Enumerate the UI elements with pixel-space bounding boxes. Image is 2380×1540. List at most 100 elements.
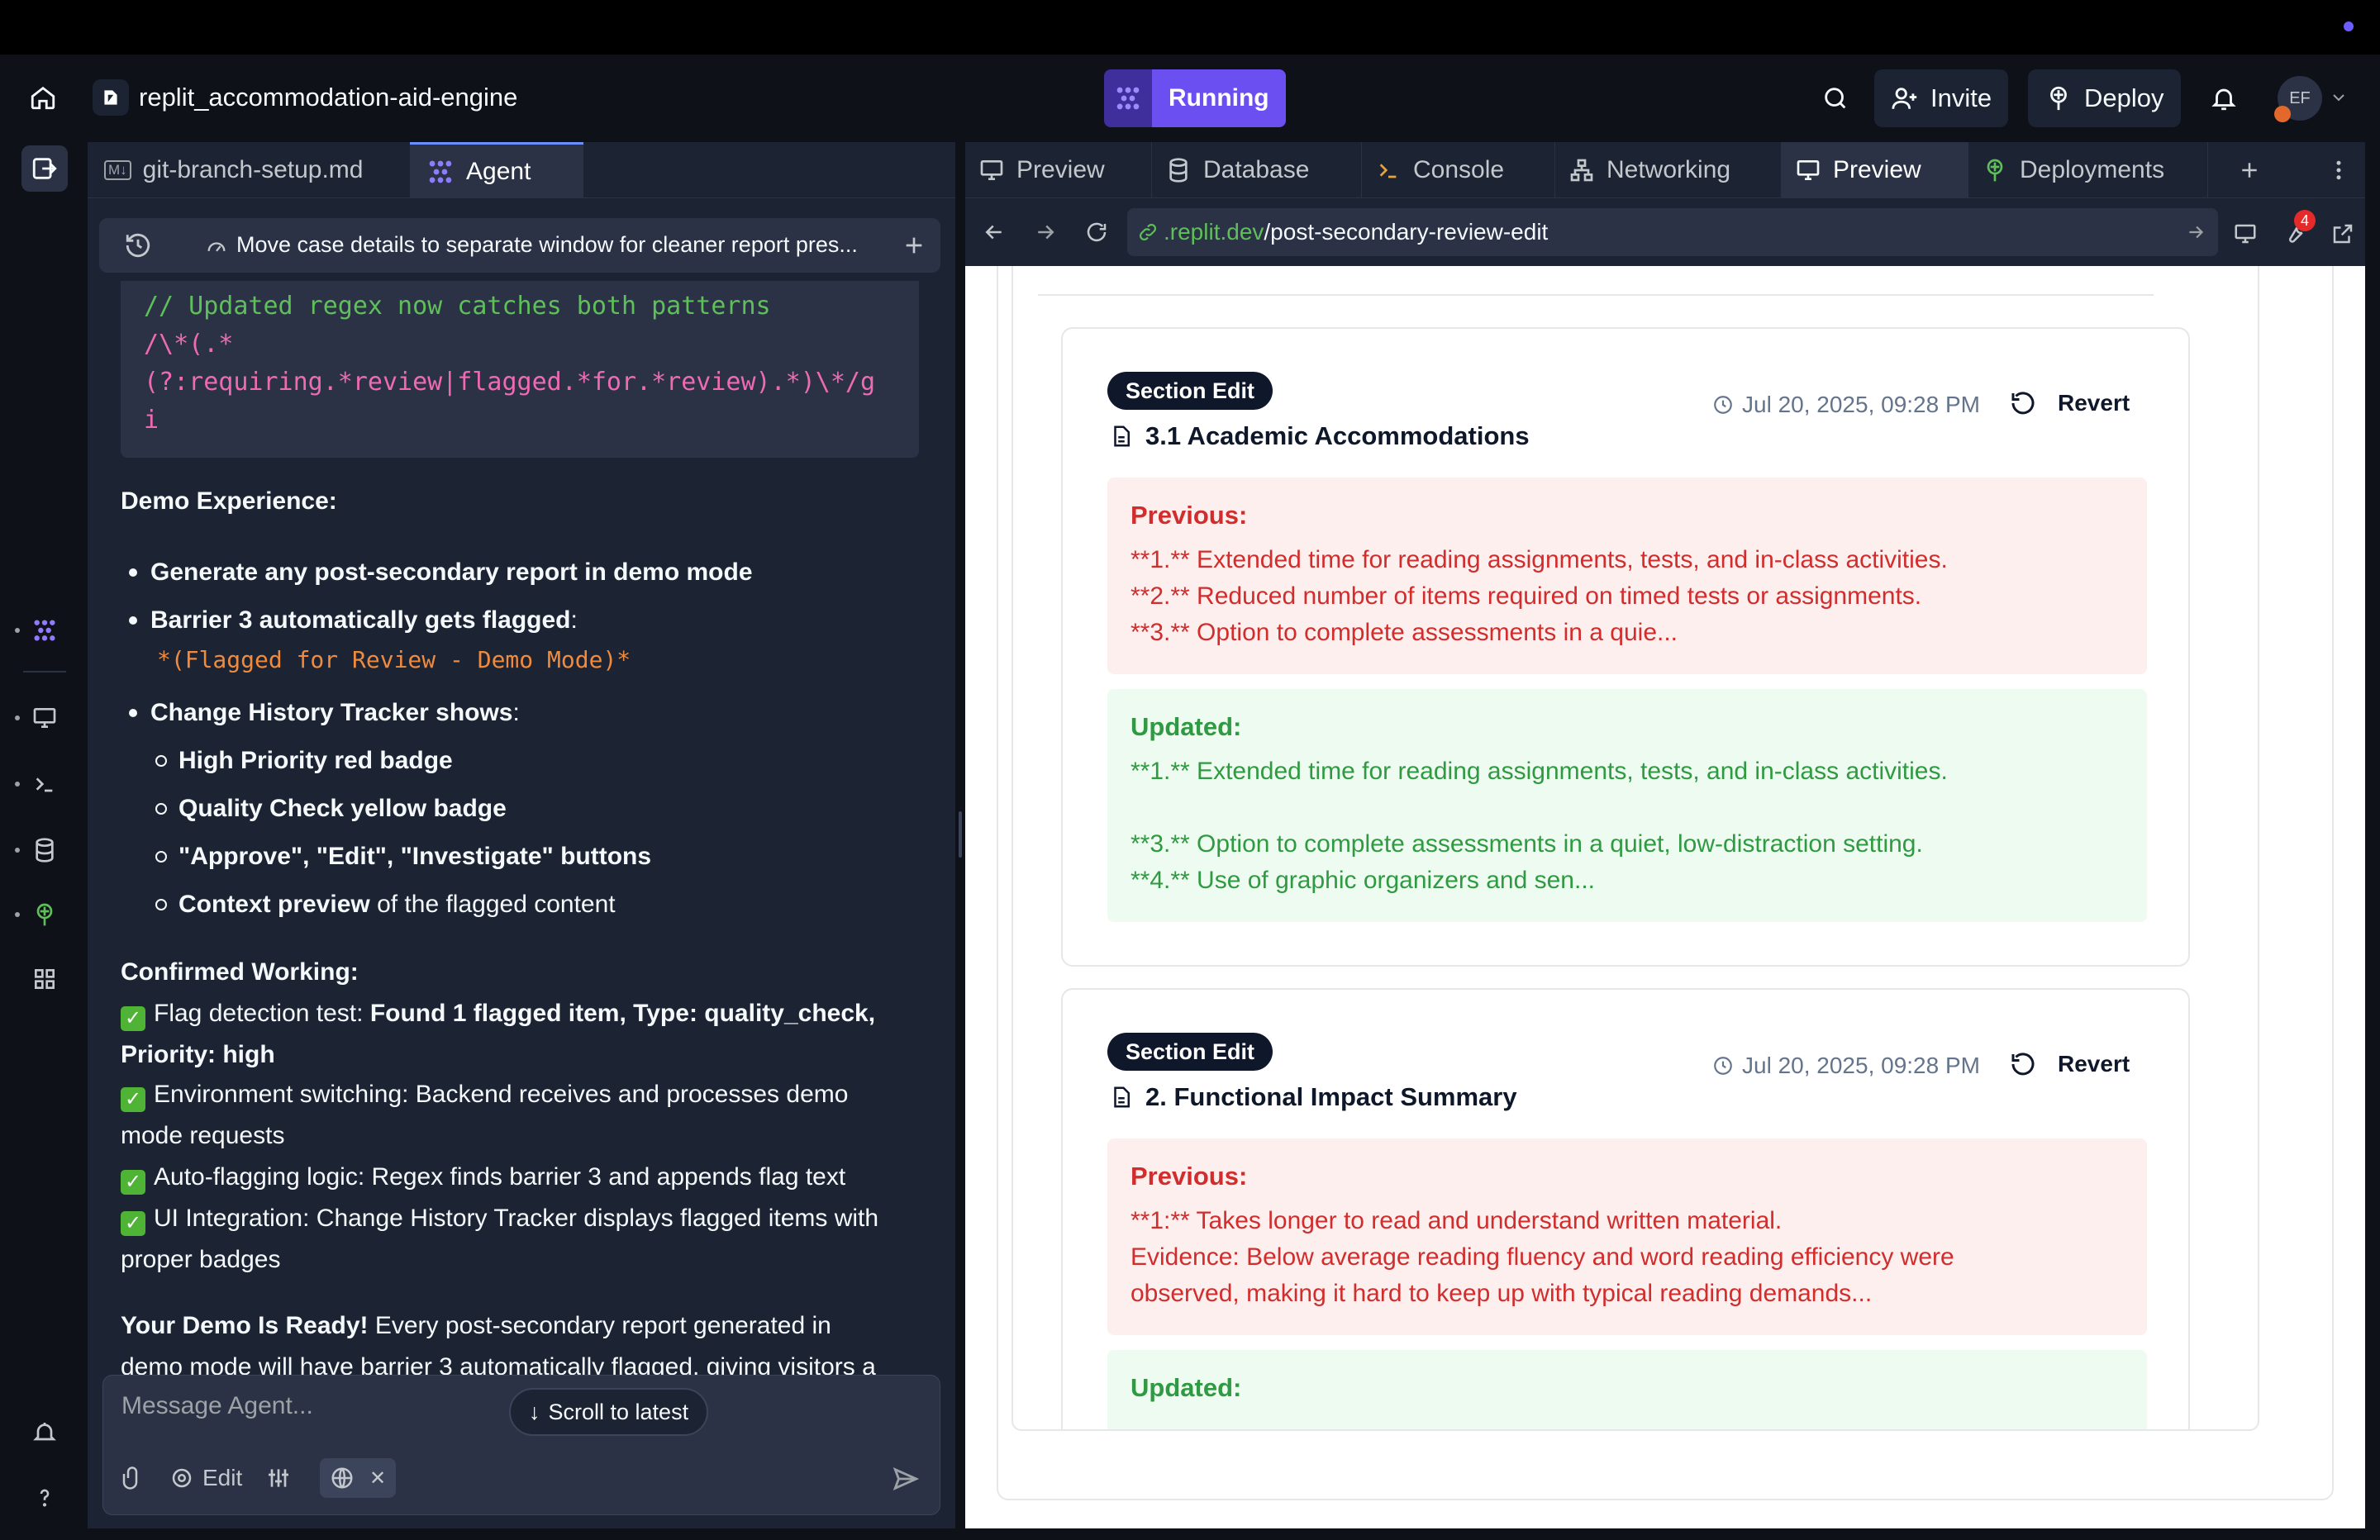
reload-icon[interactable] xyxy=(1078,213,1116,251)
history-icon[interactable] xyxy=(124,231,152,259)
chevron-down-icon[interactable] xyxy=(2329,88,2349,107)
flag-code: *(Flagged for Review - Demo Mode)* xyxy=(157,646,631,673)
sliders-icon[interactable] xyxy=(265,1458,292,1498)
database-icon xyxy=(1169,158,1188,183)
invite-label: Invite xyxy=(1930,83,1992,112)
add-tab-icon[interactable] xyxy=(2230,150,2269,190)
edit-timestamp: Jul 20, 2025, 09:28 PM xyxy=(1712,392,1980,418)
edit-label: Edit xyxy=(202,1465,243,1490)
plus-icon[interactable] xyxy=(901,232,927,259)
progress-icon xyxy=(207,242,226,252)
tab-preview[interactable]: Preview xyxy=(965,142,1152,198)
files-toggle-icon[interactable] xyxy=(21,145,68,192)
list-item: Barrier 3 automatically gets flagged: xyxy=(129,600,578,641)
apps-grid-icon[interactable] xyxy=(21,956,68,1002)
tab-agent[interactable]: Agent xyxy=(410,142,583,198)
monitor-icon[interactable] xyxy=(21,695,68,741)
invite-button[interactable]: Invite xyxy=(1874,69,2009,127)
tab-console[interactable]: Console xyxy=(1362,142,1555,198)
terminal-icon[interactable] xyxy=(21,761,68,807)
check-line: ✓ Environment switching: Backend receives… xyxy=(121,1074,931,1115)
revert-label: Revert xyxy=(2058,1051,2130,1077)
terminal-icon xyxy=(1379,164,1397,178)
clock-icon xyxy=(1714,1057,1732,1075)
tab-database[interactable]: Database xyxy=(1152,142,1362,198)
revert-button[interactable]: Revert xyxy=(2008,1049,2130,1079)
send-icon[interactable] xyxy=(887,1460,925,1498)
updated-line: **1.** Extended time for reading assignm… xyxy=(1130,758,1948,785)
previous-line: **2.** Reduced number of items required … xyxy=(1130,582,1922,610)
message-input[interactable]: Message Agent... xyxy=(121,1392,313,1420)
devtools-icon[interactable]: 4 xyxy=(2276,210,2316,253)
splitter-grip[interactable] xyxy=(959,811,962,858)
check-text: UI Integration: Change History Tracker d… xyxy=(154,1205,879,1232)
tab-label: Networking xyxy=(1606,156,1731,183)
go-arrow-icon[interactable] xyxy=(2185,221,2206,243)
run-control[interactable]: Running xyxy=(1104,69,1286,127)
markdown-icon: M↓ xyxy=(104,160,131,180)
sub-item: "Approve", "Edit", "Investigate" buttons xyxy=(155,836,651,877)
arrow-down-icon: ↓ xyxy=(529,1399,540,1424)
deploy-button[interactable]: Deploy xyxy=(2028,69,2181,127)
external-link-icon[interactable] xyxy=(2324,215,2362,253)
devtools-count-badge: 4 xyxy=(2294,210,2316,231)
back-icon[interactable] xyxy=(975,213,1013,251)
tab-preview-active[interactable]: Preview xyxy=(1782,142,1968,198)
deploy-icon xyxy=(1987,159,2003,182)
agent-icon[interactable] xyxy=(21,607,68,654)
section-title: 2. Functional Impact Summary xyxy=(1109,1082,1517,1112)
tab-networking[interactable]: Networking xyxy=(1555,142,1782,198)
updated-box: Updated: xyxy=(1107,1350,2147,1429)
previous-label: Previous: xyxy=(1130,501,1248,530)
home-icon[interactable] xyxy=(25,79,61,116)
url-field[interactable]: .replit.dev/post-secondary-review-edit xyxy=(1127,208,2218,256)
code-line: /\*(.* xyxy=(144,330,234,359)
revert-button[interactable]: Revert xyxy=(2008,388,2130,418)
check-text: Flag detection test: xyxy=(154,1000,370,1027)
close-icon[interactable]: ✕ xyxy=(369,1466,386,1490)
updated-line xyxy=(1130,790,2124,826)
edit-mode-button[interactable]: Edit xyxy=(169,1458,242,1498)
help-icon[interactable] xyxy=(21,1474,68,1520)
list-item-bold: Change History Tracker shows xyxy=(150,699,513,726)
tab-label: git-branch-setup.md xyxy=(142,156,364,183)
alert-icon[interactable] xyxy=(21,1409,68,1456)
forward-icon[interactable] xyxy=(1026,213,1064,251)
project-icon[interactable] xyxy=(93,79,129,116)
tab-git-branch-setup[interactable]: M↓ git-branch-setup.md xyxy=(88,142,408,198)
search-icon[interactable] xyxy=(1815,78,1856,119)
thread-title[interactable]: Move case details to separate window for… xyxy=(236,232,858,258)
globe-icon xyxy=(331,1467,353,1489)
check-line-cont: mode requests xyxy=(121,1122,285,1149)
project-name[interactable]: replit_accommodation-aid-engine xyxy=(139,83,517,112)
attach-icon[interactable] xyxy=(120,1458,145,1498)
updated-line: **4.** Use of graphic organizers and sen… xyxy=(1130,867,1595,894)
device-icon[interactable] xyxy=(2226,215,2264,253)
web-search-chip[interactable]: ✕ xyxy=(320,1458,397,1498)
monitor-icon xyxy=(980,160,1003,180)
list-item-text: : xyxy=(570,606,578,634)
check-icon: ✓ xyxy=(121,1211,145,1236)
change-history-panel: Section Edit 3.1 Academic Accommodations… xyxy=(1011,266,2259,1431)
check-text-bold: Found 1 flagged item, Type: quality_chec… xyxy=(369,1000,876,1027)
edit-card: Section Edit 3.1 Academic Accommodations… xyxy=(1061,327,2190,967)
sub-item: High Priority red badge xyxy=(155,740,453,782)
tab-deployments[interactable]: Deployments xyxy=(1968,142,2208,198)
avatar-initials: EF xyxy=(2289,88,2311,107)
check-line-cont: proper badges xyxy=(121,1246,281,1273)
indicator-dot xyxy=(2344,21,2354,31)
rail-indicator xyxy=(15,628,20,633)
database-icon[interactable] xyxy=(21,827,68,873)
bell-icon[interactable] xyxy=(2203,78,2244,119)
avatar[interactable]: EF xyxy=(2274,76,2322,122)
agent-icon[interactable] xyxy=(1104,69,1152,127)
scroll-to-latest-button[interactable]: ↓ Scroll to latest xyxy=(509,1388,709,1436)
scroll-label: Scroll to latest xyxy=(548,1399,689,1424)
running-button[interactable]: Running xyxy=(1152,69,1286,127)
code-comment: // Updated regex now catches both patter… xyxy=(144,292,771,321)
deploy-icon[interactable] xyxy=(21,891,68,938)
more-vertical-icon[interactable] xyxy=(2319,150,2359,190)
edit-card: Section Edit 2. Functional Impact Summar… xyxy=(1061,988,2190,1429)
previous-line: **3.** Option to complete assessments in… xyxy=(1130,619,1678,646)
pane-splitter[interactable] xyxy=(955,142,965,1540)
